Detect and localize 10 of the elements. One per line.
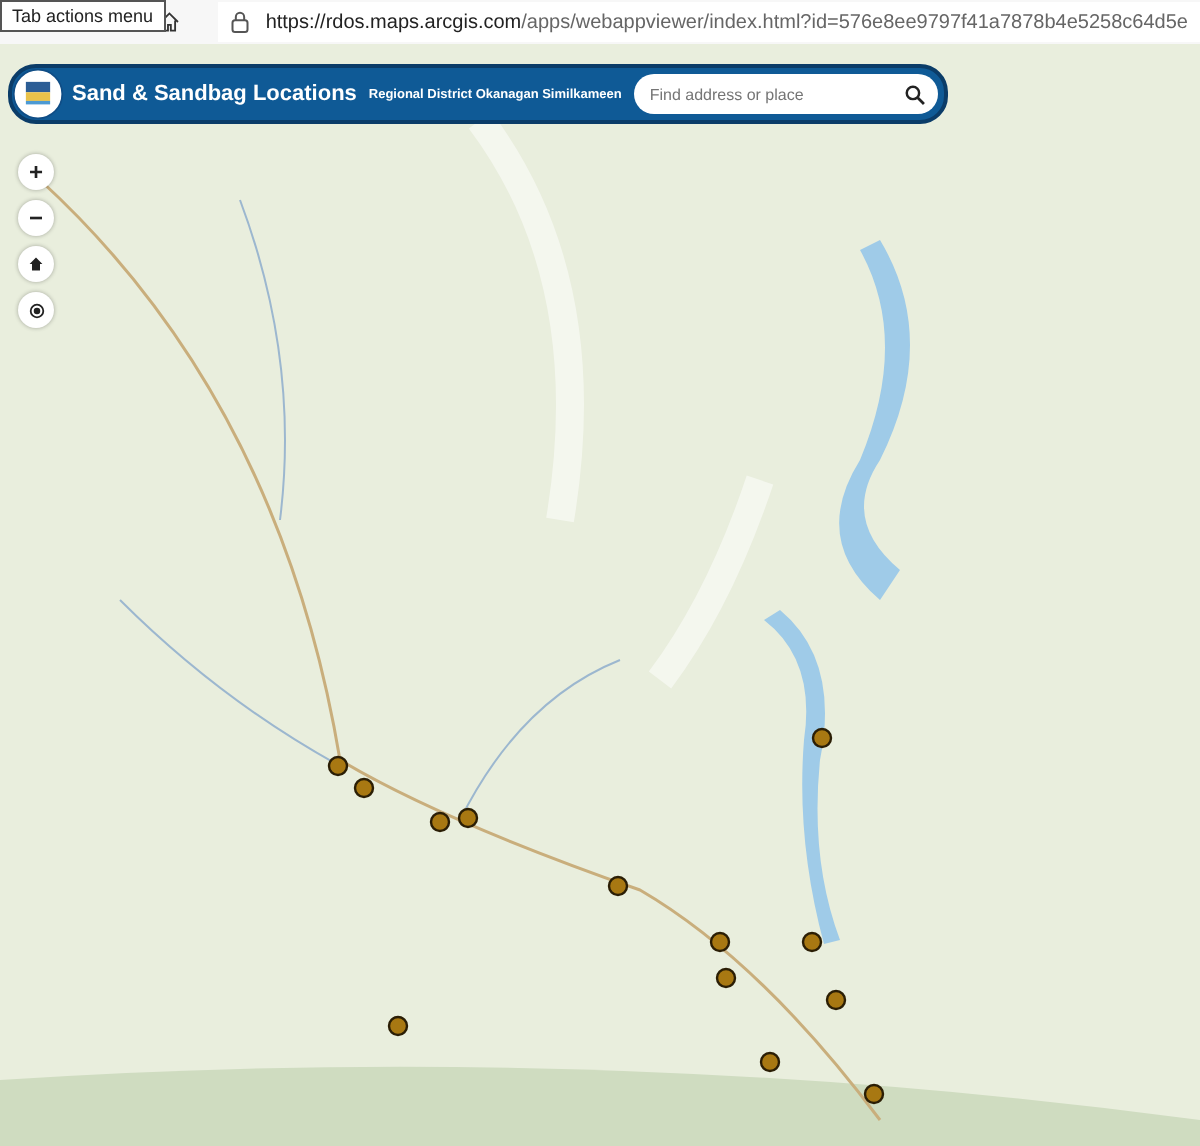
app-title: Sand & Sandbag Locations bbox=[72, 82, 357, 106]
logo-icon bbox=[12, 68, 64, 120]
address-bar[interactable]: https://rdos.maps.arcgis.com/apps/webappviewer/index.html?id=576e8ee9797f41a7878b4e5258c64d5e bbox=[217, 2, 1200, 42]
lock-icon bbox=[229, 10, 250, 34]
home-icon bbox=[28, 256, 44, 272]
url-text: https://rdos.maps.arcgis.com/apps/webappviewer/index.html?id=576e8ee9797f41a7878b4e5258c64d5e bbox=[265, 11, 1188, 33]
target-icon bbox=[27, 301, 45, 319]
tooltip: Tab actions menu bbox=[0, 0, 166, 32]
search-field[interactable]: Find address or place bbox=[633, 74, 938, 114]
search-icon[interactable] bbox=[903, 83, 926, 105]
